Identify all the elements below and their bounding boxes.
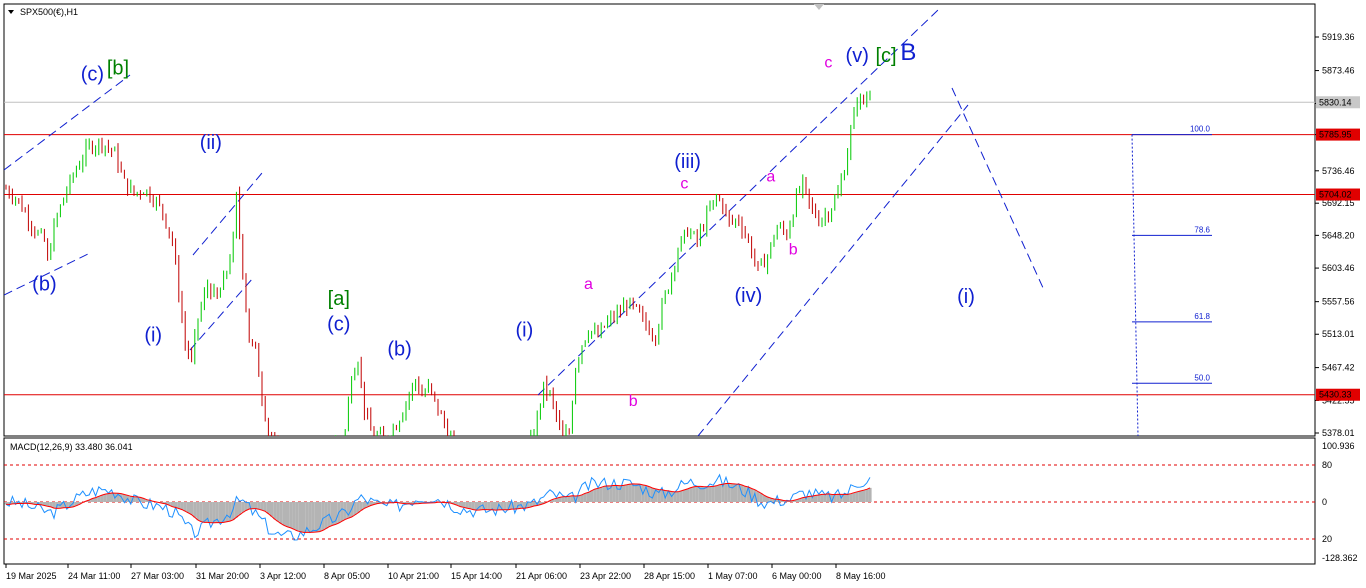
macd-tick-label: 0	[1322, 497, 1327, 507]
wave-label: [c]	[875, 45, 896, 67]
time-tick-label: 27 Mar 03:00	[131, 571, 184, 581]
price-tick-label: 5513.01	[1322, 329, 1355, 339]
wave-label: (c)	[327, 314, 350, 336]
wave-label: (b)	[387, 338, 411, 360]
wave-label: (ii)	[200, 132, 222, 154]
wave-label: (i)	[516, 319, 534, 341]
macd-axis: 100.936 80 0 20 -128.362	[1322, 441, 1358, 563]
wave-label: (i)	[957, 286, 975, 308]
price-tick-label: 5648.20	[1322, 230, 1355, 240]
fib-level-label: 78.6	[1194, 225, 1210, 234]
wave-label: [a]	[328, 288, 350, 310]
time-tick-label: 15 Apr 14:00	[451, 571, 502, 581]
wave-label: b	[789, 242, 798, 259]
time-tick-label: 23 Apr 22:00	[580, 571, 631, 581]
fib-level-label: 100.0	[1190, 125, 1211, 134]
chart-canvas[interactable]: SPX500(€),H1 MACD(12,26,9) 33.480 36.041…	[0, 0, 1366, 588]
price-tick-label: 5378.01	[1322, 428, 1355, 438]
wave-label: [b]	[107, 58, 129, 80]
wave-label: B	[900, 39, 916, 66]
wave-label: b	[629, 393, 638, 410]
wave-label: (c)	[81, 63, 104, 85]
wave-label: (b)	[32, 273, 56, 295]
wave-label: (i)	[144, 325, 162, 347]
time-tick-label: 31 Mar 20:00	[196, 571, 249, 581]
macd-tick-label: -128.362	[1322, 553, 1358, 563]
time-tick-label: 8 May 16:00	[836, 571, 886, 581]
wave-label: c	[680, 176, 688, 193]
wave-label: (iii)	[674, 151, 701, 173]
price-tick-label: 5736.46	[1322, 166, 1355, 176]
fib-level-label: 50.0	[1194, 373, 1210, 382]
time-axis: 19 Mar 2025 24 Mar 11:00 27 Mar 03:00 31 Ma…	[5, 564, 886, 581]
fib-level-label: 61.8	[1194, 312, 1210, 321]
macd-tick-label: 80	[1322, 460, 1332, 470]
symbol-title: SPX500(€),H1	[20, 7, 78, 17]
time-tick-label: 21 Apr 06:00	[516, 571, 567, 581]
time-tick-label: 10 Apr 21:00	[388, 571, 439, 581]
wave-label: a	[584, 276, 593, 293]
current-price-tag: 5830.14	[1319, 97, 1352, 107]
macd-tick-label: 100.936	[1322, 441, 1355, 451]
time-tick-label: 19 Mar 2025	[6, 571, 57, 581]
level-price-tag: 5785.95	[1319, 130, 1352, 140]
time-tick-label: 8 Apr 05:00	[324, 571, 370, 581]
wave-label: (iv)	[735, 285, 763, 307]
price-panel[interactable]	[3, 3, 1316, 437]
price-axis: 5919.365873.465828.455785.955736.465692.…	[1315, 32, 1360, 438]
price-tick-label: 5467.42	[1322, 363, 1355, 373]
level-price-tag: 5704.02	[1319, 190, 1352, 200]
price-tick-label: 5557.56	[1322, 297, 1355, 307]
time-tick-label: 3 Apr 12:00	[260, 571, 306, 581]
macd-title: MACD(12,26,9) 33.480 36.041	[10, 442, 133, 452]
price-tick-label: 5603.46	[1322, 263, 1355, 273]
wave-label: a	[766, 168, 775, 185]
level-price-tag: 5430.33	[1319, 390, 1352, 400]
price-tick-label: 5873.46	[1322, 66, 1355, 76]
time-tick-label: 6 May 00:00	[772, 571, 822, 581]
price-tick-label: 5919.36	[1322, 32, 1355, 42]
wave-label: c	[824, 54, 832, 71]
macd-tick-label: 20	[1322, 534, 1332, 544]
wave-label: (v)	[846, 45, 869, 67]
time-tick-label: 1 May 07:00	[708, 571, 758, 581]
time-tick-label: 28 Apr 15:00	[644, 571, 695, 581]
time-tick-label: 24 Mar 11:00	[68, 571, 120, 581]
